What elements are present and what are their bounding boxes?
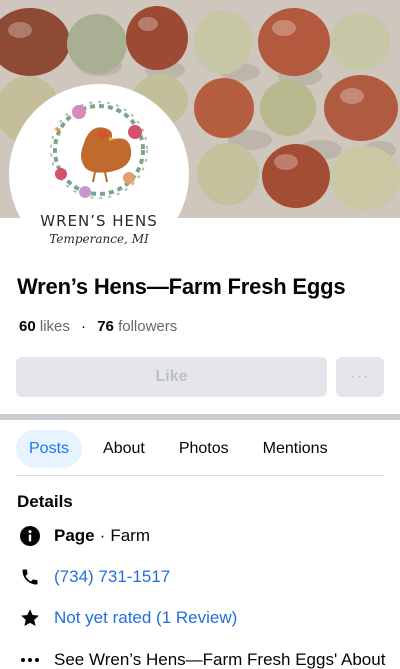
page-stats: 60 likes · 76 followers: [19, 318, 177, 335]
section-divider: [0, 414, 400, 420]
likes-count: 60: [19, 318, 36, 335]
see-about-row[interactable]: See Wren’s Hens—Farm Fresh Eggs' About: [18, 648, 385, 669]
like-button[interactable]: Like: [16, 357, 327, 397]
page-title: Wren’s Hens—Farm Fresh Eggs: [17, 274, 346, 299]
brand-name: WREN’S HENS: [40, 212, 158, 230]
stats-separator: ·: [81, 318, 87, 335]
brand-location: Temperance, MI: [49, 232, 149, 246]
more-dots-icon: ···: [350, 368, 370, 385]
phone-icon: [18, 565, 42, 589]
star-icon: [18, 606, 42, 630]
followers-count: 76: [97, 318, 114, 335]
category-value: Farm: [110, 526, 150, 545]
tab-mentions[interactable]: Mentions: [250, 430, 341, 468]
profile-avatar[interactable]: WREN’S HENS Temperance, MI: [9, 84, 189, 264]
category-separator: ·: [99, 526, 106, 545]
more-options-button[interactable]: ···: [336, 357, 384, 397]
likes-label: likes: [39, 318, 70, 335]
tab-photos[interactable]: Photos: [166, 430, 242, 468]
phone-link[interactable]: (734) 731-1517: [54, 567, 170, 587]
rating-row[interactable]: Not yet rated (1 Review): [18, 606, 237, 630]
details-heading: Details: [17, 492, 73, 511]
phone-row[interactable]: (734) 731-1517: [18, 565, 170, 589]
rating-link[interactable]: Not yet rated (1 Review): [54, 608, 237, 628]
tab-about[interactable]: About: [90, 430, 158, 468]
tab-posts[interactable]: Posts: [16, 430, 83, 468]
tabs-divider: [16, 475, 384, 476]
followers-label: followers: [118, 318, 178, 335]
more-dots-icon: [18, 648, 42, 669]
see-about-link[interactable]: See Wren’s Hens—Farm Fresh Eggs' About: [54, 650, 385, 669]
category-label: Page: [54, 526, 95, 545]
info-icon: [18, 524, 42, 548]
category-row: Page · Farm: [18, 524, 150, 548]
page-tabs: Posts About Photos Mentions: [16, 430, 349, 468]
